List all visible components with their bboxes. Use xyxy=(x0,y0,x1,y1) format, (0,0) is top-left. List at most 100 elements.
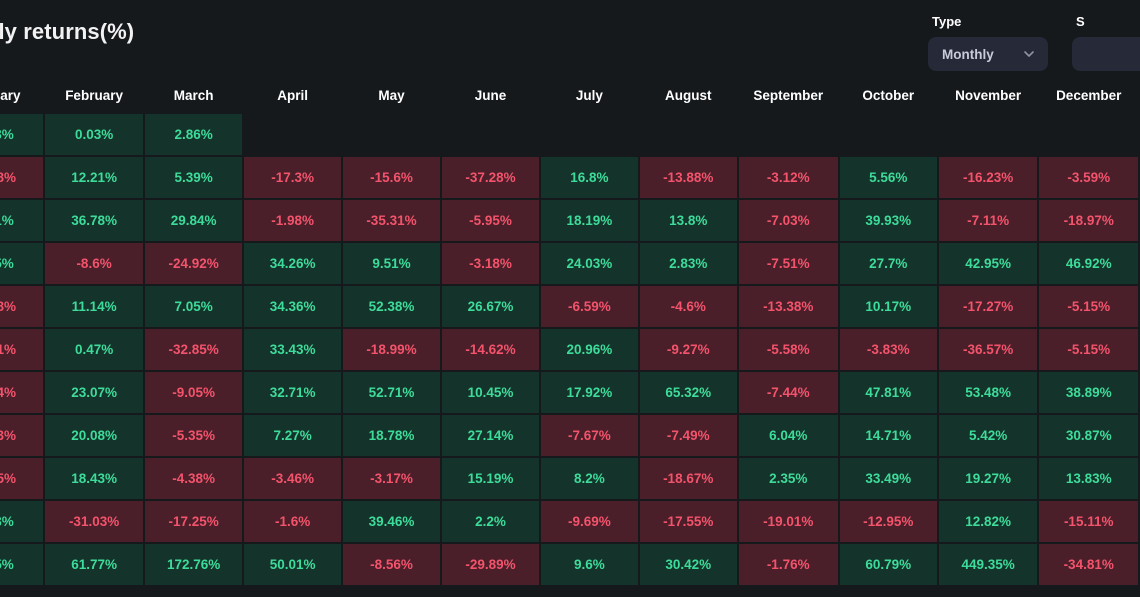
return-cell: -3.18% xyxy=(442,243,540,284)
return-cell xyxy=(1039,114,1138,155)
return-cell: 52.71% xyxy=(342,372,440,413)
return-cell: 2.83% xyxy=(639,243,737,284)
return-cell: -36.57% xyxy=(938,329,1038,370)
return-cell: -4.6% xyxy=(639,286,737,327)
column-header-september: September xyxy=(738,78,838,112)
return-cell: 0.63% xyxy=(0,114,44,155)
secondary-control-group: S xyxy=(1072,14,1140,71)
column-header-november: November xyxy=(938,78,1038,112)
return-cell: 12.21% xyxy=(45,157,143,198)
return-cell: 38.89% xyxy=(1039,372,1138,413)
return-cell: 27.7% xyxy=(839,243,937,284)
return-cell: 27.14% xyxy=(442,415,540,456)
return-cell: 10.45% xyxy=(442,372,540,413)
return-cell: 172.76% xyxy=(144,544,243,585)
return-cell: 26.67% xyxy=(442,286,540,327)
return-cell: 36.78% xyxy=(45,200,143,241)
return-cell: 39.46% xyxy=(342,501,440,542)
return-cell: -9.69% xyxy=(541,501,638,542)
return-cell: -3.17% xyxy=(342,458,440,499)
monthly-returns-page: Monthly returns(%) Type Monthly S xyxy=(0,0,1140,597)
column-header-august: August xyxy=(639,78,737,112)
return-cell xyxy=(244,114,341,155)
return-cell: 0.47% xyxy=(45,329,143,370)
return-cell: 18.19% xyxy=(541,200,638,241)
return-cell: 11.14% xyxy=(45,286,143,327)
return-cell: 20.96% xyxy=(541,329,638,370)
table-header-row: JanuaryFebruaryMarchAprilMayJuneJulyAugu… xyxy=(0,78,1138,112)
return-cell: 2.51% xyxy=(0,200,44,241)
return-cell: -15.6% xyxy=(342,157,440,198)
return-cell: -16.23% xyxy=(938,157,1038,198)
return-cell: 19.27% xyxy=(938,458,1038,499)
return-cell xyxy=(639,114,737,155)
return-cell: -35.31% xyxy=(342,200,440,241)
return-cell: 17.92% xyxy=(541,372,638,413)
return-cell: -17.27% xyxy=(938,286,1038,327)
return-cell: 33.49% xyxy=(839,458,937,499)
page-header: Monthly returns(%) Type Monthly S xyxy=(0,0,1140,78)
return-cell: 1.05% xyxy=(0,544,44,585)
return-cell: -13.38% xyxy=(738,286,838,327)
return-cell: -5.58% xyxy=(738,329,838,370)
return-cell: -6.58% xyxy=(0,286,44,327)
return-cell: -9.68% xyxy=(0,157,44,198)
return-cell: -9.05% xyxy=(144,372,243,413)
return-cell: 53.48% xyxy=(938,372,1038,413)
return-cell: -14.62% xyxy=(442,329,540,370)
return-cell: 12.82% xyxy=(938,501,1038,542)
return-cell: -19.01% xyxy=(738,501,838,542)
return-cell: -3.46% xyxy=(244,458,341,499)
return-cell: -32.85% xyxy=(144,329,243,370)
return-cell: 13.83% xyxy=(1039,458,1138,499)
return-cell xyxy=(839,114,937,155)
monthly-returns-table: JanuaryFebruaryMarchAprilMayJuneJulyAugu… xyxy=(0,78,1140,587)
table-body: 0.63%0.03%2.86%-9.68%12.21%5.39%-17.3%-1… xyxy=(0,114,1138,585)
return-cell: -3.59% xyxy=(1039,157,1138,198)
column-header-june: June xyxy=(442,78,540,112)
table-row: -9.68%12.21%5.39%-17.3%-15.6%-37.28%16.8… xyxy=(0,157,1138,198)
return-cell: 46.92% xyxy=(1039,243,1138,284)
table-row: -6.58%11.14%7.05%34.36%52.38%26.67%-6.59… xyxy=(0,286,1138,327)
return-cell: -1.76% xyxy=(738,544,838,585)
return-cell xyxy=(442,114,540,155)
return-cell: 8.2% xyxy=(541,458,638,499)
return-cell xyxy=(541,114,638,155)
return-cell: 5.39% xyxy=(144,157,243,198)
return-cell: 7.05% xyxy=(144,286,243,327)
return-cell: 8.95% xyxy=(0,243,44,284)
return-cell: 9.6% xyxy=(541,544,638,585)
table-row: 4.03%-31.03%-17.25%-1.6%39.46%2.2%-9.69%… xyxy=(0,501,1138,542)
return-cell: 9.51% xyxy=(342,243,440,284)
return-cell: -8.56% xyxy=(342,544,440,585)
return-cell: 2.35% xyxy=(738,458,838,499)
return-cell: -18.67% xyxy=(639,458,737,499)
return-cell: -6.41% xyxy=(0,329,44,370)
return-cell: -6.83% xyxy=(0,415,44,456)
return-cell: -12.95% xyxy=(839,501,937,542)
return-cell: 23.07% xyxy=(45,372,143,413)
return-cell: 32.71% xyxy=(244,372,341,413)
secondary-select[interactable] xyxy=(1072,37,1140,71)
return-cell: -4.38% xyxy=(144,458,243,499)
return-cell: -17.25% xyxy=(144,501,243,542)
header-controls: Type Monthly S xyxy=(928,14,1140,71)
chevron-down-icon xyxy=(1022,47,1036,61)
return-cell: 449.35% xyxy=(938,544,1038,585)
return-cell: -29.89% xyxy=(442,544,540,585)
return-cell: -18.97% xyxy=(1039,200,1138,241)
return-cell: 5.42% xyxy=(938,415,1038,456)
type-select[interactable]: Monthly xyxy=(928,37,1048,71)
column-header-february: February xyxy=(45,78,143,112)
return-cell: -31.03% xyxy=(45,501,143,542)
type-control-group: Type Monthly xyxy=(928,14,1048,71)
return-cell: 30.87% xyxy=(1039,415,1138,456)
column-header-october: October xyxy=(839,78,937,112)
return-cell: 6.04% xyxy=(738,415,838,456)
return-cell: -15.11% xyxy=(1039,501,1138,542)
return-cell: 39.93% xyxy=(839,200,937,241)
return-cell: -1.04% xyxy=(0,372,44,413)
return-cell: 20.08% xyxy=(45,415,143,456)
return-cell: -7.11% xyxy=(938,200,1038,241)
return-cell: -13.88% xyxy=(639,157,737,198)
